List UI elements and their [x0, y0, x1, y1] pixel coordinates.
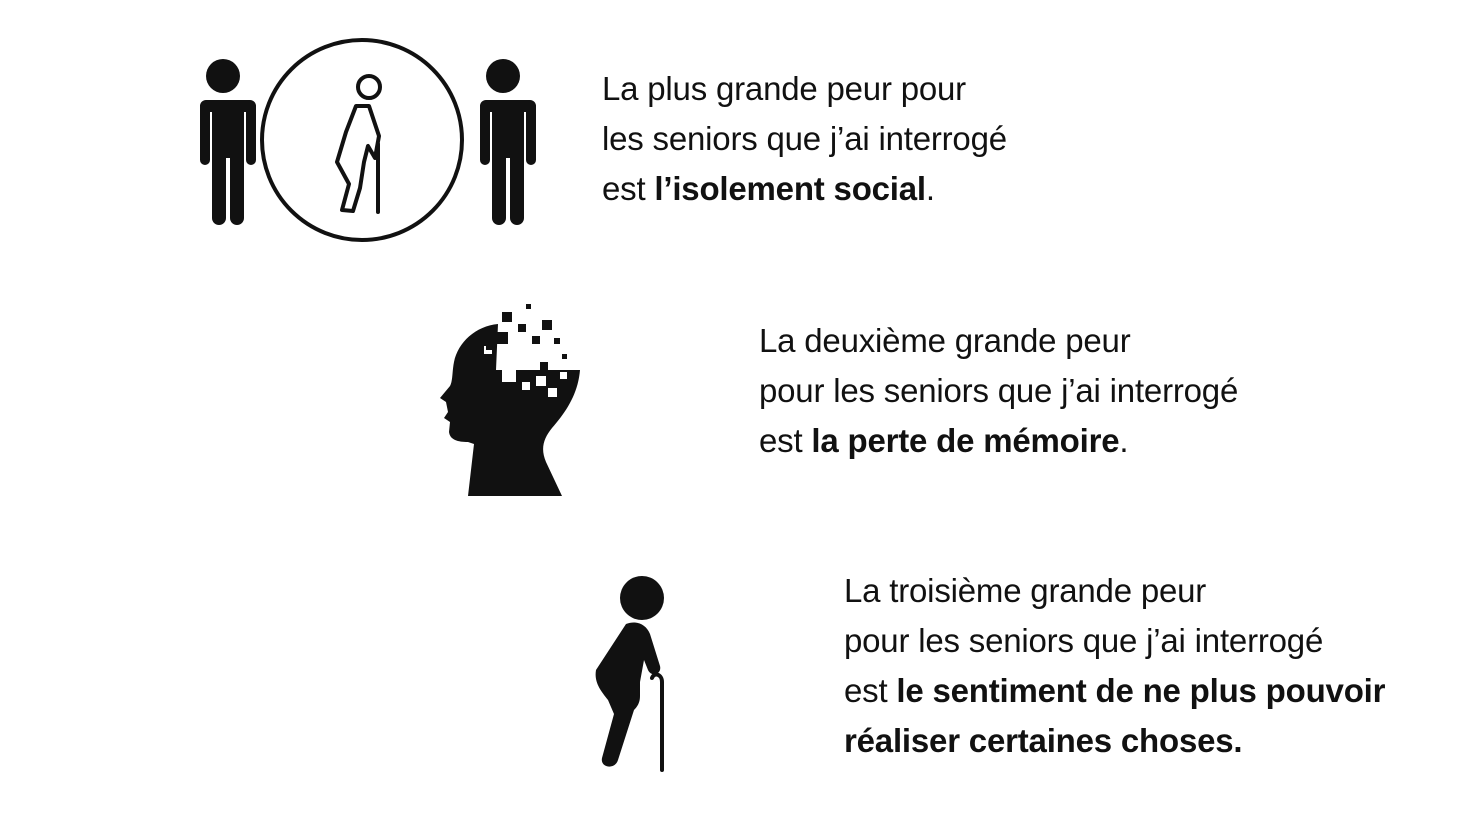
elderly-walking-cane-icon	[590, 574, 670, 774]
fear-1-line-1: La plus grande peur pour	[602, 70, 966, 107]
fear-1-highlight: l’isolement social	[654, 170, 926, 207]
elder-outline-icon	[335, 74, 382, 214]
fear-3-line-1: La troisième grande peur	[844, 572, 1207, 609]
person-left-icon	[196, 59, 256, 225]
fear-3-line-2: pour les seniors que j’ai interrogé	[844, 622, 1324, 659]
fear-2-line-2: pour les seniors que j’ai interrogé	[759, 372, 1239, 409]
fear-1-line-2: les seniors que j’ai interrogé	[602, 120, 1007, 157]
memory-loss-head-icon	[436, 302, 584, 500]
fear-3-highlight: le sentiment de ne plus pouvoir	[896, 672, 1386, 709]
fear-2-line-3: est la perte de mémoire.	[759, 422, 1129, 459]
fear-3-highlight-continued: réaliser certaines choses.	[844, 722, 1243, 759]
fear-2-text: La deuxième grande peur pour les seniors…	[759, 316, 1238, 466]
isolated-elder-icon	[186, 36, 538, 244]
fear-2-highlight: la perte de mémoire	[811, 422, 1120, 459]
person-right-icon	[476, 59, 536, 225]
fear-1-line-3: est l’isolement social.	[602, 170, 935, 207]
fear-3-line-3: est le sentiment de ne plus pouvoir	[844, 672, 1386, 709]
fear-1-text: La plus grande peur pour les seniors que…	[602, 64, 1007, 214]
fear-2-line-1: La deuxième grande peur	[759, 322, 1131, 359]
fear-3-line-4: réaliser certaines choses.	[844, 716, 1385, 766]
fear-3-text: La troisième grande peur pour les senior…	[844, 566, 1385, 766]
